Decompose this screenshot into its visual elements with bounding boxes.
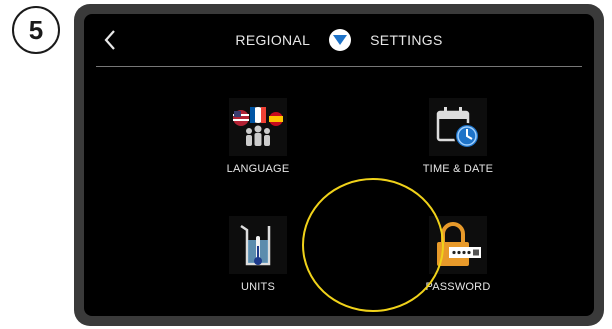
language-flags-icon [229, 98, 287, 156]
settings-screen: REGIONAL SETTINGS LANGUAGE TIME & DATE U… [84, 14, 594, 316]
device-frame: REGIONAL SETTINGS LANGUAGE TIME & DATE U… [74, 4, 604, 326]
step-number-badge: 5 [12, 6, 60, 54]
header-title-right: SETTINGS [370, 32, 443, 48]
tile-units[interactable]: UNITS [198, 216, 318, 293]
beaker-thermometer-icon [229, 216, 287, 274]
padlock-password-icon [429, 216, 487, 274]
step-number: 5 [28, 14, 44, 45]
screen-header: REGIONAL SETTINGS [84, 14, 594, 66]
tile-label-password: PASSWORD [425, 281, 491, 293]
tile-label-time-date: TIME & DATE [422, 163, 494, 175]
header-title-left: REGIONAL [235, 32, 311, 48]
header-divider [96, 66, 582, 67]
tile-password[interactable]: PASSWORD [398, 216, 518, 293]
tile-time-date[interactable]: TIME & DATE [398, 98, 518, 175]
tile-label-language: LANGUAGE [226, 163, 290, 175]
blue-shield-logo-icon [329, 29, 352, 51]
tile-language[interactable]: LANGUAGE [198, 98, 318, 175]
tile-label-units: UNITS [241, 281, 275, 293]
calendar-clock-icon [429, 98, 487, 156]
